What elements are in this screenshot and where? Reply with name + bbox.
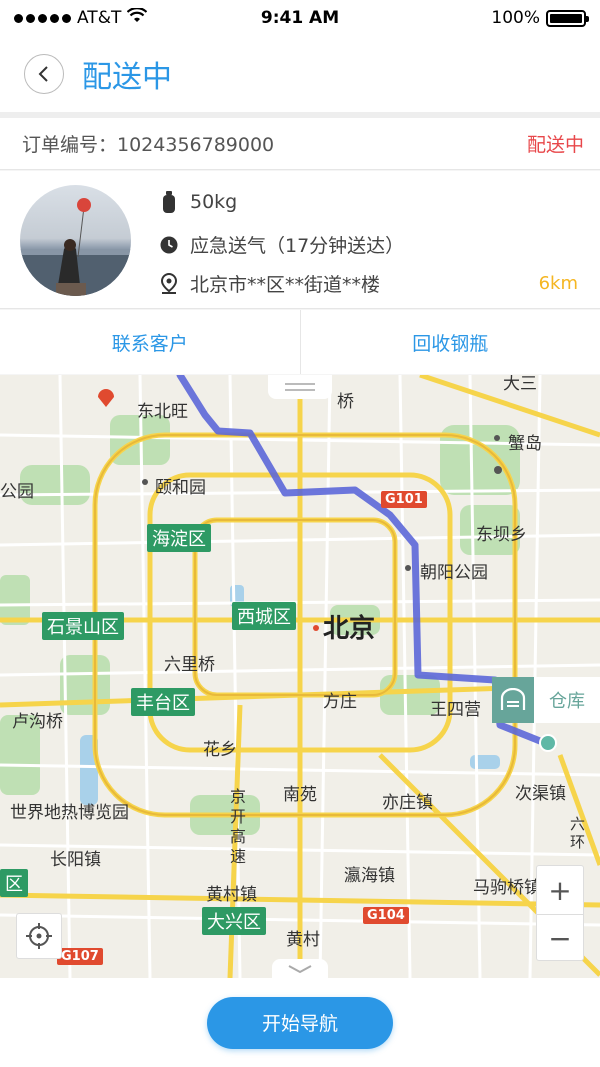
recycle-cylinder-button[interactable]: 回收钢瓶: [299, 310, 600, 374]
map-collapse-handle[interactable]: [272, 959, 328, 978]
nav-bar: 配送中: [0, 36, 600, 112]
clock-icon: [158, 234, 180, 256]
back-button[interactable]: [24, 54, 64, 94]
map-view[interactable]: 东北旺 桥 大三 蟹岛 颐和园 公园 东坝乡 朝阳公园 六里桥 方庄 王四营 卢…: [0, 375, 600, 978]
warehouse-icon: [492, 677, 534, 723]
order-status: 配送中: [526, 134, 584, 156]
start-navigation-button[interactable]: 开始导航: [207, 996, 393, 1049]
map-label: 东坝乡: [476, 525, 527, 545]
customer-info-card: 50kg 应急送气（17分钟送达） 北京市**区**街道**楼 6km: [0, 171, 600, 309]
zoom-out-button[interactable]: −: [537, 914, 583, 962]
map-label: 瀛海镇: [344, 866, 395, 886]
zoom-in-button[interactable]: +: [537, 866, 583, 914]
locate-button[interactable]: [16, 913, 62, 959]
action-bar: 联系客户 回收钢瓶: [0, 310, 600, 374]
gas-cylinder-icon: [158, 191, 180, 213]
warehouse-label: 仓库: [549, 691, 585, 712]
signal-icon: [14, 13, 71, 23]
map-label: 桥: [337, 392, 354, 412]
map-label: 六里桥: [164, 655, 215, 675]
map-label: 花乡: [203, 740, 237, 760]
warehouse-marker[interactable]: 仓库: [492, 677, 600, 723]
status-bar: AT&T 9:41 AM 100%: [0, 0, 600, 36]
map-drawer-handle[interactable]: [268, 375, 332, 399]
map-label: 卢沟桥: [12, 712, 63, 732]
road-badge: G101: [381, 491, 427, 508]
distance-label: 6km: [538, 273, 578, 294]
map-label: 六环: [570, 815, 586, 851]
contact-customer-button[interactable]: 联系客户: [0, 310, 300, 374]
city-label: 北京: [323, 614, 376, 644]
district-label: 石景山区: [42, 612, 124, 640]
battery-percent: 100%: [491, 8, 540, 28]
district-label: 区: [0, 869, 28, 897]
map-label: 亦庄镇: [382, 793, 433, 813]
order-number: 订单编号：1024356789000: [22, 134, 275, 156]
page-title: 配送中: [82, 60, 172, 95]
district-label: 大兴区: [202, 907, 266, 935]
map-label: 南苑: [283, 785, 317, 805]
avatar: [20, 185, 131, 296]
map-label: 马驹桥镇: [473, 878, 541, 898]
map-label: 朝阳公园: [420, 563, 488, 583]
chevron-down-icon: [288, 965, 312, 974]
map-label: 长阳镇: [50, 850, 101, 870]
district-label: 西城区: [232, 602, 296, 630]
map-label: 大三: [503, 375, 537, 394]
road-badge: G107: [57, 948, 103, 965]
map-label: 颐和园: [155, 478, 206, 498]
map-label: 京开高速: [230, 787, 247, 866]
weight-row: 50kg: [158, 191, 237, 213]
bottom-bar: 开始导航: [0, 978, 600, 1067]
map-label: 黄村: [286, 930, 320, 950]
delivery-type-row: 应急送气（17分钟送达）: [158, 231, 404, 258]
carrier-label: AT&T: [77, 8, 122, 28]
address-row: 北京市**区**街道**楼: [158, 270, 380, 297]
district-label: 丰台区: [131, 688, 195, 716]
map-label: 方庄: [323, 692, 357, 712]
map-label: 公园: [0, 482, 34, 502]
map-label: 黄村镇: [206, 885, 257, 905]
weight-value: 50kg: [190, 191, 238, 213]
order-row: 订单编号：1024356789000 配送中: [0, 118, 600, 170]
location-pin-icon: [158, 272, 180, 295]
map-label: 世界地热博览园: [10, 803, 129, 823]
map-label: 次渠镇: [515, 784, 566, 804]
road-badge: G104: [363, 907, 409, 924]
crosshair-icon: [26, 923, 52, 949]
address: 北京市**区**街道**楼: [190, 274, 381, 296]
district-label: 海淀区: [147, 524, 211, 552]
map-label: 东北旺: [137, 402, 188, 422]
delivery-type: 应急送气（17分钟送达）: [190, 235, 405, 257]
battery-icon: [546, 9, 589, 27]
map-label: 王四营: [430, 700, 481, 720]
map-label: 蟹岛: [508, 434, 542, 454]
wifi-icon: [127, 6, 148, 29]
chevron-left-icon: [38, 66, 48, 82]
zoom-control: + −: [536, 865, 584, 961]
